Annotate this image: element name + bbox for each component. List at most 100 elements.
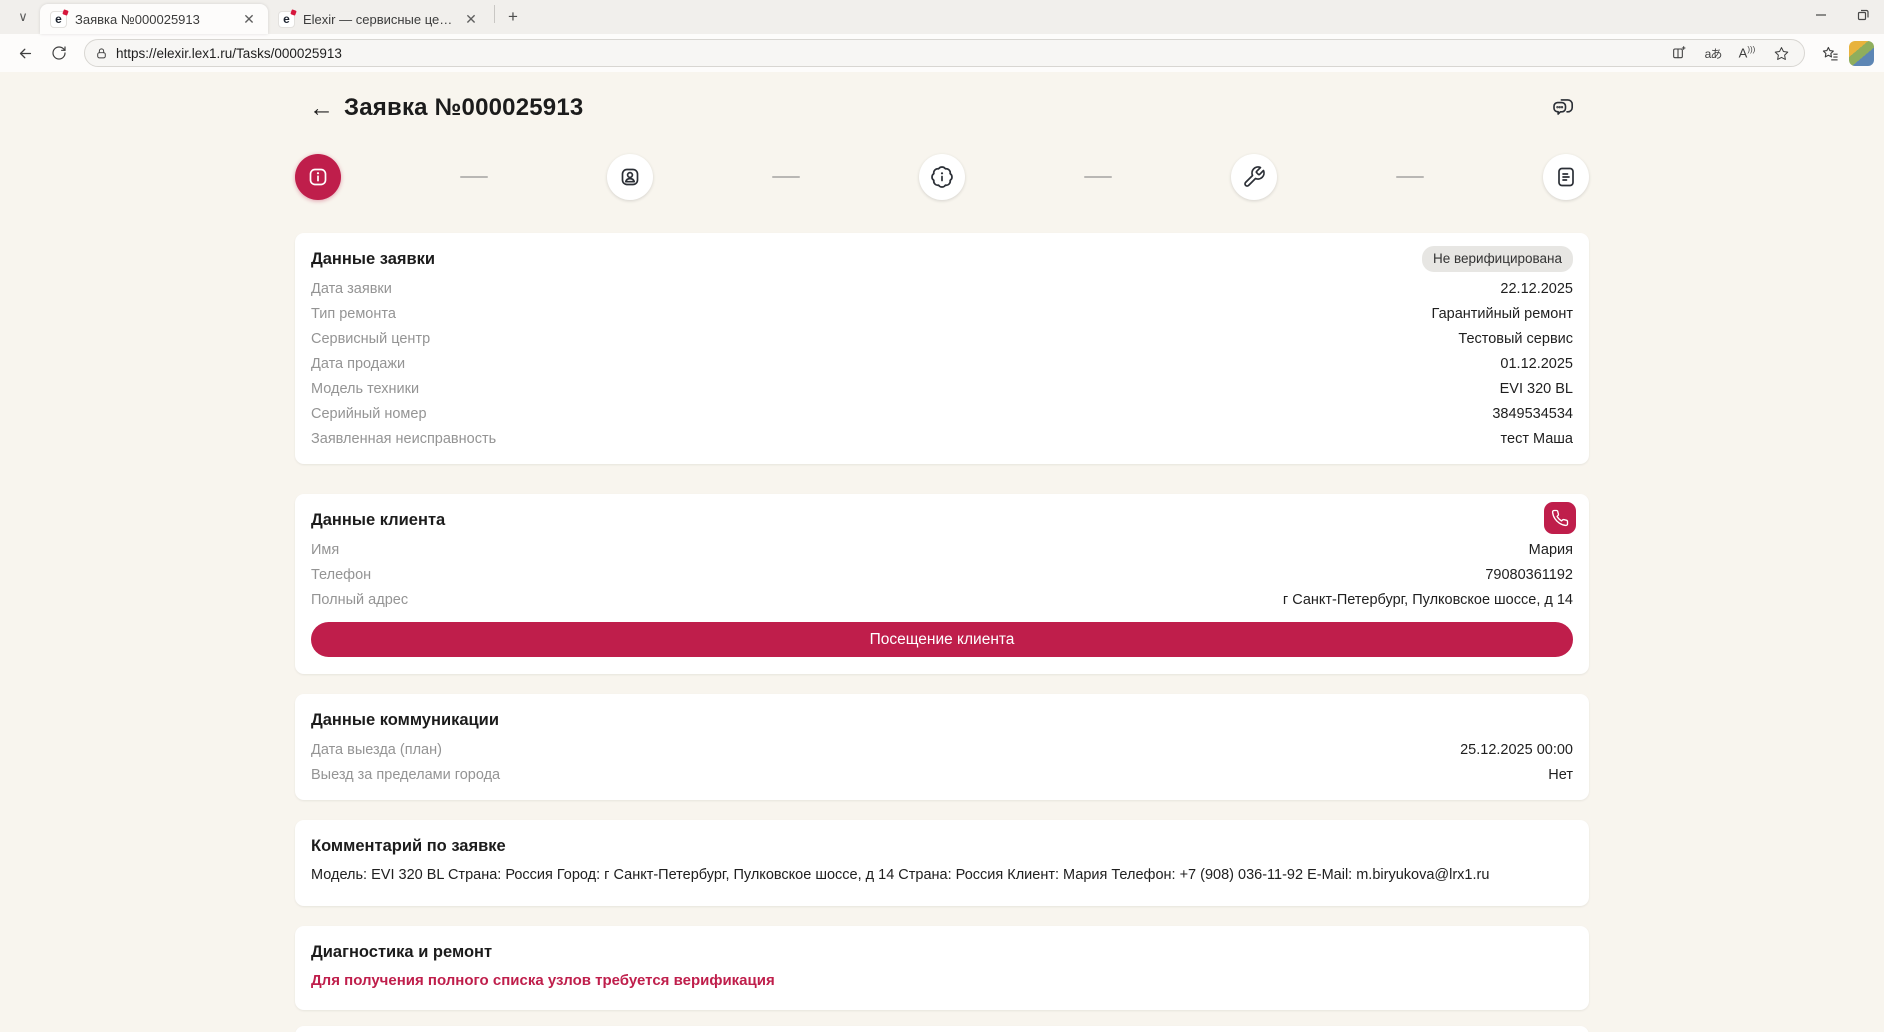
field-row: Дата заявки 22.12.2025 xyxy=(311,277,1573,302)
field-label: Выезд за пределами города xyxy=(311,763,500,788)
call-client-button[interactable] xyxy=(1544,502,1576,534)
field-value: 3849534534 xyxy=(1492,402,1573,427)
field-row: Сервисный центр Тестовый сервис xyxy=(311,327,1573,352)
back-icon[interactable] xyxy=(10,39,40,67)
field-value: 25.12.2025 00:00 xyxy=(1460,738,1573,763)
step-connector xyxy=(1396,176,1424,179)
field-row: Полный адрес г Санкт-Петербург, Пулковск… xyxy=(311,588,1573,613)
card-title: Данные заявки xyxy=(311,247,1573,271)
field-row: Серийный номер 3849534534 xyxy=(311,402,1573,427)
browser-toolbar: https://elexir.lex1.ru/Tasks/000025913 a… xyxy=(0,34,1884,72)
field-row: Заявленная неисправность тест Маша xyxy=(311,427,1573,452)
tab-request[interactable]: e Заявка №000025913 ✕ xyxy=(40,4,268,34)
chevron-down-icon: ∨ xyxy=(18,9,28,25)
browser-window: ∨ e Заявка №000025913 ✕ e Elexir — серви… xyxy=(0,0,1884,72)
field-label: Сервисный центр xyxy=(311,327,430,352)
field-row: Дата выезда (план) 25.12.2025 00:00 xyxy=(311,738,1573,763)
field-label: Дата продажи xyxy=(311,352,405,377)
elexir-favicon-icon: e xyxy=(278,11,295,28)
field-label: Модель техники xyxy=(311,377,419,402)
step-connector xyxy=(1084,176,1112,179)
tab-close-icon[interactable]: ✕ xyxy=(462,10,480,28)
page-body: ← Заявка №000025913 xyxy=(0,72,1884,1032)
step-connector xyxy=(772,176,800,179)
tab-close-icon[interactable]: ✕ xyxy=(240,10,258,28)
tab-title: Elexir — сервисные центры LEX xyxy=(303,12,454,27)
card-title: Комментарий по заявке xyxy=(311,834,1573,858)
field-value: 22.12.2025 xyxy=(1500,277,1573,302)
translate-icon[interactable]: aあ xyxy=(1700,41,1726,65)
favorites-bar-icon[interactable] xyxy=(1815,39,1845,67)
profile-avatar[interactable] xyxy=(1849,41,1874,66)
elexir-favicon-icon: e xyxy=(50,11,67,28)
field-label: Заявленная неисправность xyxy=(311,427,496,452)
step-repair[interactable] xyxy=(1231,154,1277,200)
field-row: Дата продажи 01.12.2025 xyxy=(311,352,1573,377)
new-tab-button[interactable]: + xyxy=(499,4,527,30)
field-row: Телефон 79080361192 xyxy=(311,563,1573,588)
tab-elexir-home[interactable]: e Elexir — сервисные центры LEX ✕ xyxy=(268,4,490,34)
step-report[interactable] xyxy=(1543,154,1589,200)
field-value: Гарантийный ремонт xyxy=(1432,302,1573,327)
field-value: 79080361192 xyxy=(1485,563,1573,588)
chat-bubbles-icon[interactable] xyxy=(1547,92,1579,124)
repair-step-icon xyxy=(1242,165,1266,189)
step-connector xyxy=(460,176,488,179)
info-step-icon xyxy=(306,165,330,189)
diagnostics-card: Диагностика и ремонт Для получения полно… xyxy=(295,926,1589,1010)
tab-title: Заявка №000025913 xyxy=(75,12,232,27)
restore-button[interactable] xyxy=(1842,0,1884,30)
url-text: https://elexir.lex1.ru/Tasks/000025913 xyxy=(116,46,1658,61)
status-badge: Не верифицирована xyxy=(1422,246,1573,272)
field-value: тест Маша xyxy=(1501,427,1573,452)
report-step-icon xyxy=(1554,165,1578,189)
step-verification[interactable] xyxy=(919,154,965,200)
refresh-icon[interactable] xyxy=(44,39,74,67)
field-label: Дата выезда (план) xyxy=(311,738,442,763)
field-value: г Санкт-Петербург, Пулковское шоссе, д 1… xyxy=(1283,588,1573,613)
field-label: Серийный номер xyxy=(311,402,427,427)
field-row: Модель техники EVI 320 BL xyxy=(311,377,1573,402)
client-visit-button[interactable]: Посещение клиента xyxy=(311,622,1573,657)
next-card-sliver xyxy=(295,1026,1589,1032)
page-header: ← Заявка №000025913 xyxy=(295,90,1589,126)
client-data-card: Данные клиента Имя Мария Телефон 7908036… xyxy=(295,494,1589,674)
field-value: Нет xyxy=(1548,763,1573,788)
request-data-card: Данные заявки Не верифицирована Дата зая… xyxy=(295,233,1589,464)
verification-warning: Для получения полного списка узлов требу… xyxy=(311,970,1573,998)
field-value: EVI 320 BL xyxy=(1500,377,1573,402)
favorite-star-icon[interactable] xyxy=(1768,41,1794,65)
step-request-info[interactable] xyxy=(295,154,341,200)
address-bar[interactable]: https://elexir.lex1.ru/Tasks/000025913 a… xyxy=(84,39,1805,67)
field-label: Дата заявки xyxy=(311,277,392,302)
read-aloud-icon[interactable]: A))) xyxy=(1734,41,1760,65)
card-title: Диагностика и ремонт xyxy=(311,940,1573,964)
phone-icon xyxy=(1551,509,1569,527)
field-label: Имя xyxy=(311,538,339,563)
comment-text: Модель: EVI 320 BL Страна: Россия Город:… xyxy=(311,864,1573,894)
field-label: Тип ремонта xyxy=(311,302,396,327)
back-arrow-button[interactable]: ← xyxy=(309,96,334,121)
field-value: Мария xyxy=(1529,538,1573,563)
minimize-button[interactable] xyxy=(1800,0,1842,30)
field-row: Тип ремонта Гарантийный ремонт xyxy=(311,302,1573,327)
card-title: Данные клиента xyxy=(311,508,1573,532)
verification-step-icon xyxy=(930,165,954,189)
page-title: Заявка №000025913 xyxy=(344,94,583,122)
field-row: Выезд за пределами города Нет xyxy=(311,763,1573,788)
progress-stepper xyxy=(295,154,1589,200)
tab-divider xyxy=(494,5,495,23)
window-controls xyxy=(1800,0,1884,30)
comment-card: Комментарий по заявке Модель: EVI 320 BL… xyxy=(295,820,1589,906)
lock-icon xyxy=(95,47,108,60)
communication-data-card: Данные коммуникации Дата выезда (план) 2… xyxy=(295,694,1589,800)
split-screen-icon[interactable] xyxy=(1666,41,1692,65)
field-value: Тестовый сервис xyxy=(1458,327,1573,352)
tab-search-button[interactable]: ∨ xyxy=(8,4,38,30)
tab-strip: ∨ e Заявка №000025913 ✕ e Elexir — серви… xyxy=(0,0,1884,34)
field-value: 01.12.2025 xyxy=(1500,352,1573,377)
contact-step-icon xyxy=(618,165,642,189)
step-client[interactable] xyxy=(607,154,653,200)
field-label: Телефон xyxy=(311,563,371,588)
field-label: Полный адрес xyxy=(311,588,408,613)
